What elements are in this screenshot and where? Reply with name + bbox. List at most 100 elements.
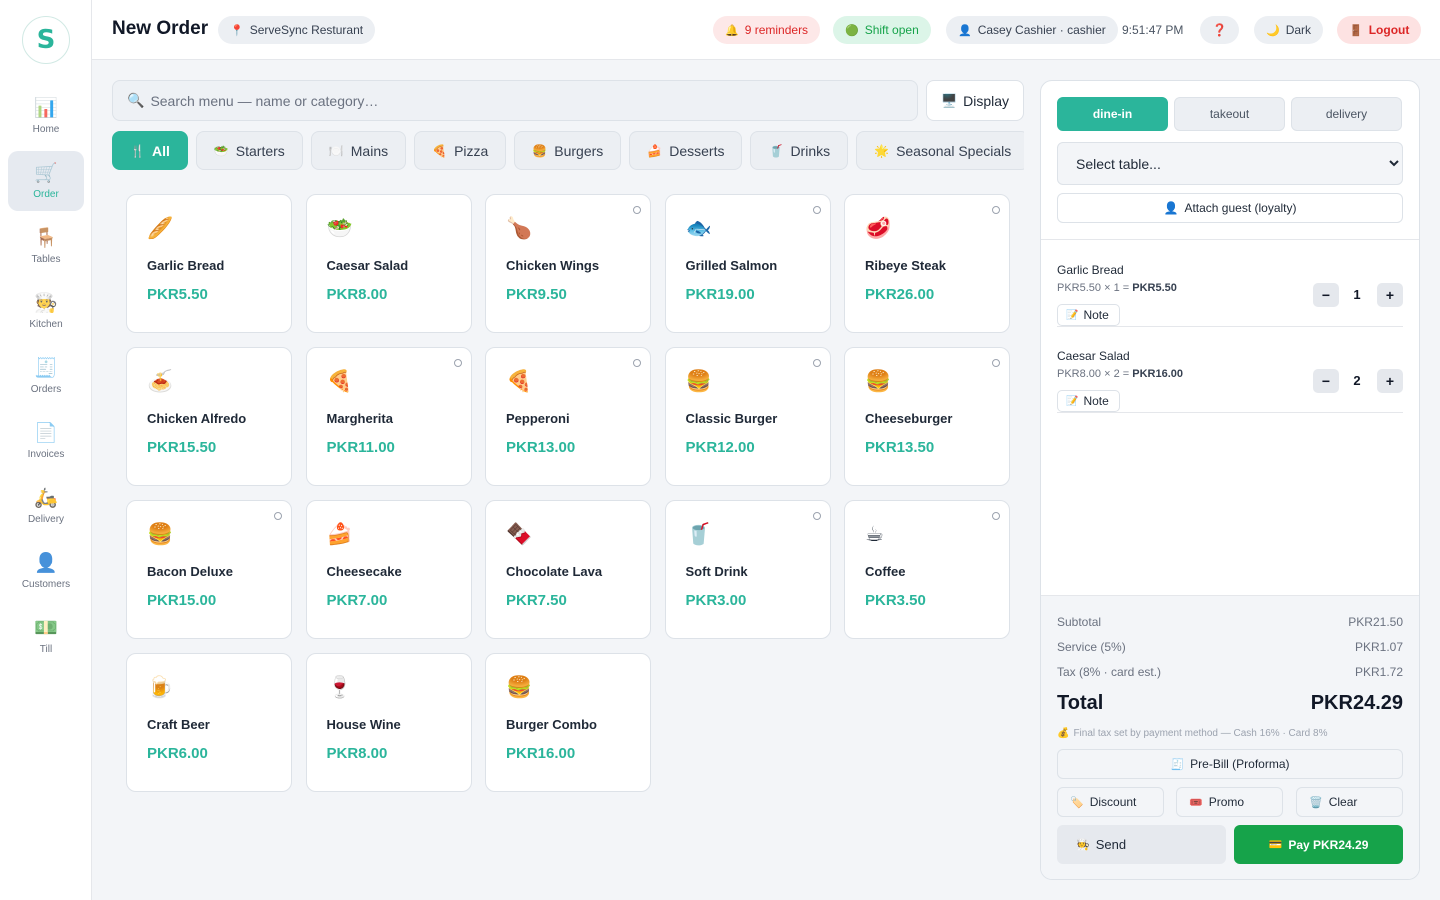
service-label: Service (5%) — [1057, 640, 1126, 654]
kitchen-icon: 🧑‍🍳 — [34, 292, 58, 314]
sidebar-item-order[interactable]: 🛒 Order — [8, 151, 84, 211]
note-button[interactable]: 📝 Note — [1057, 390, 1120, 412]
pizza-icon: 🍕 — [432, 143, 448, 158]
sidebar-item-home[interactable]: 📊 Home — [8, 86, 84, 146]
cart-item-unit-calc: PKR5.50 × 1 = — [1057, 282, 1130, 294]
sidebar-item-kitchen[interactable]: 🧑‍🍳 Kitchen — [8, 281, 84, 341]
menu-item-name: Burger Combo — [506, 717, 597, 732]
tag-icon: 🏷️ — [1070, 796, 1084, 809]
food-icon: 🥗 — [326, 217, 353, 240]
discount-button[interactable]: 🏷️ Discount — [1057, 787, 1164, 817]
sidebar-nav: 📊 Home 🛒 Order 🪑 Tables 🧑‍🍳 Kitchen 🧾 Orders 📄 Invo… — [8, 86, 84, 671]
decrease-qty-button[interactable]: − — [1313, 283, 1339, 307]
menu-item-card[interactable]: 🍺 Craft Beer PKR6.00 — [126, 653, 292, 792]
menu-item-name: Cheeseburger — [865, 411, 953, 426]
increase-qty-button[interactable]: + — [1377, 369, 1403, 393]
subtotal-value: PKR21.50 — [1348, 615, 1403, 629]
category-mains[interactable]: 🍽️ Mains — [310, 131, 407, 170]
sidebar-item-customers[interactable]: 👤 Customers — [8, 541, 84, 601]
category-starters[interactable]: 🥗 Starters — [195, 131, 303, 170]
tab-dine-in[interactable]: dine-in — [1057, 97, 1168, 131]
status-dot-icon: 🟢 — [845, 24, 859, 37]
logout-label: Logout — [1368, 23, 1410, 37]
category-burgers[interactable]: 🍔 Burgers — [514, 131, 622, 170]
attach-guest-label: Attach guest (loyalty) — [1184, 201, 1297, 215]
menu-item-card[interactable]: 🥖 Garlic Bread PKR5.50 — [126, 194, 292, 333]
tab-delivery[interactable]: delivery — [1291, 97, 1402, 131]
sidebar-item-invoices[interactable]: 📄 Invoices — [8, 411, 84, 471]
app-logo[interactable]: S — [22, 16, 70, 64]
menu-item-name: Cheesecake — [326, 564, 402, 579]
clear-button[interactable]: 🗑️ Clear — [1296, 787, 1403, 817]
menu-item-card[interactable]: 🥤 Soft Drink PKR3.00 — [664, 500, 831, 639]
sidebar-item-orders[interactable]: 🧾 Orders — [8, 346, 84, 406]
promo-button[interactable]: 🎟️ Promo — [1176, 787, 1283, 817]
sidebar-item-tables[interactable]: 🪑 Tables — [8, 216, 84, 276]
sidebar-item-label: Kitchen — [29, 318, 63, 330]
send-to-kitchen-button[interactable]: 🧑‍🍳 Send — [1057, 825, 1226, 864]
menu-item-card[interactable]: 🍔 Classic Burger PKR12.00 — [664, 347, 831, 486]
help-button[interactable]: ❓ — [1200, 16, 1239, 44]
category-seasonal[interactable]: 🌟 Seasonal Specials — [856, 131, 1024, 170]
cart-item: Garlic Bread PKR5.50 × 1 = PKR5.50 📝 Note −1… — [1057, 241, 1403, 327]
menu-item-card[interactable]: 🥗 Caesar Salad PKR8.00 — [305, 194, 472, 333]
pin-icon: 📍 — [230, 24, 244, 37]
tab-takeout[interactable]: takeout — [1174, 97, 1285, 131]
menu-grid: 🥖 Garlic Bread PKR5.50 🥗 Caesar Salad PKR8.00… — [126, 194, 1026, 792]
home-icon: 📊 — [34, 97, 58, 119]
menu-item-card[interactable]: 🍰 Cheesecake PKR7.00 — [305, 500, 472, 639]
decrease-qty-button[interactable]: − — [1313, 369, 1339, 393]
note-button[interactable]: 📝 Note — [1057, 304, 1120, 326]
menu-item-card[interactable]: 🍔 Cheeseburger PKR13.50 — [844, 347, 1010, 486]
search-input[interactable] — [150, 92, 851, 109]
reminders-button[interactable]: 🔔 9 reminders — [713, 16, 821, 44]
menu-item-name: Chicken Alfredo — [147, 411, 247, 426]
cart-item: Caesar Salad PKR8.00 × 2 = PKR16.00 📝 Note −… — [1057, 327, 1403, 413]
dark-mode-toggle[interactable]: 🌙 Dark — [1254, 16, 1324, 44]
increase-qty-button[interactable]: + — [1377, 283, 1403, 307]
menu-item-card[interactable]: 🍕 Pepperoni PKR13.00 — [485, 347, 651, 486]
menu-item-name: Margherita — [326, 411, 393, 426]
menu-item-card[interactable]: 🥩 Ribeye Steak PKR26.00 — [844, 194, 1010, 333]
sidebar-item-till[interactable]: 💵 Till — [8, 606, 84, 666]
location-badge[interactable]: 📍 ServeSync Resturant — [218, 16, 376, 44]
category-all[interactable]: 🍴 All — [112, 131, 188, 170]
sidebar-item-delivery[interactable]: 🛵 Delivery — [8, 476, 84, 536]
menu-item-card[interactable]: 🍕 Margherita PKR11.00 — [305, 347, 472, 486]
display-button[interactable]: 🖥️ Display — [926, 80, 1024, 121]
menu-item-card[interactable]: 🍔 Bacon Deluxe PKR15.00 — [126, 500, 292, 639]
menu-item-card[interactable]: ☕ Coffee PKR3.50 — [844, 500, 1010, 639]
menu-item-card[interactable]: 🍔 Burger Combo PKR16.00 — [485, 653, 651, 792]
user-badge[interactable]: 👤 Casey Cashier · cashier — [946, 16, 1118, 44]
receipt-icon: 🧾 — [1170, 758, 1185, 771]
chef-icon: 🧑‍🍳 — [1076, 839, 1090, 851]
logout-button[interactable]: 🚪 Logout — [1337, 16, 1422, 44]
food-icon: 🍕 — [506, 370, 533, 393]
desserts-icon: 🍰 — [647, 143, 663, 158]
info-dot-icon — [992, 512, 1000, 520]
food-icon: 🍔 — [147, 523, 174, 546]
mains-icon: 🍽️ — [328, 143, 344, 158]
pay-button[interactable]: 💳 Pay PKR24.29 — [1234, 825, 1403, 864]
menu-item-card[interactable]: 🍷 House Wine PKR8.00 — [305, 653, 472, 792]
menu-item-price: PKR6.00 — [147, 745, 208, 762]
info-dot-icon — [453, 359, 462, 367]
attach-guest-button[interactable]: 👤 Attach guest (loyalty) — [1057, 193, 1403, 223]
sidebar-item-label: Tables — [31, 253, 61, 265]
table-select[interactable]: Select table... — [1057, 142, 1403, 185]
menu-item-card[interactable]: 🍗 Chicken Wings PKR9.50 — [485, 194, 651, 333]
category-drinks[interactable]: 🥤 Drinks — [750, 131, 849, 170]
shift-status-badge[interactable]: 🟢 Shift open — [833, 16, 931, 44]
prebill-button[interactable]: 🧾 Pre-Bill (Proforma) — [1057, 749, 1403, 779]
food-icon: 🍫 — [506, 523, 533, 546]
menu-item-card[interactable]: 🍫 Chocolate Lava PKR7.50 — [485, 500, 651, 639]
menu-item-card[interactable]: 🐟 Grilled Salmon PKR19.00 — [664, 194, 831, 333]
bell-icon: 🔔 — [725, 24, 739, 37]
category-desserts[interactable]: 🍰 Desserts — [629, 131, 743, 170]
discount-label: Discount — [1089, 795, 1137, 809]
menu-item-name: Chicken Wings — [506, 258, 600, 273]
info-dot-icon — [992, 359, 1000, 367]
category-pizza[interactable]: 🍕 Pizza — [414, 131, 507, 170]
menu-item-price: PKR3.00 — [685, 592, 747, 609]
menu-item-card[interactable]: 🍝 Chicken Alfredo PKR15.50 — [126, 347, 292, 486]
